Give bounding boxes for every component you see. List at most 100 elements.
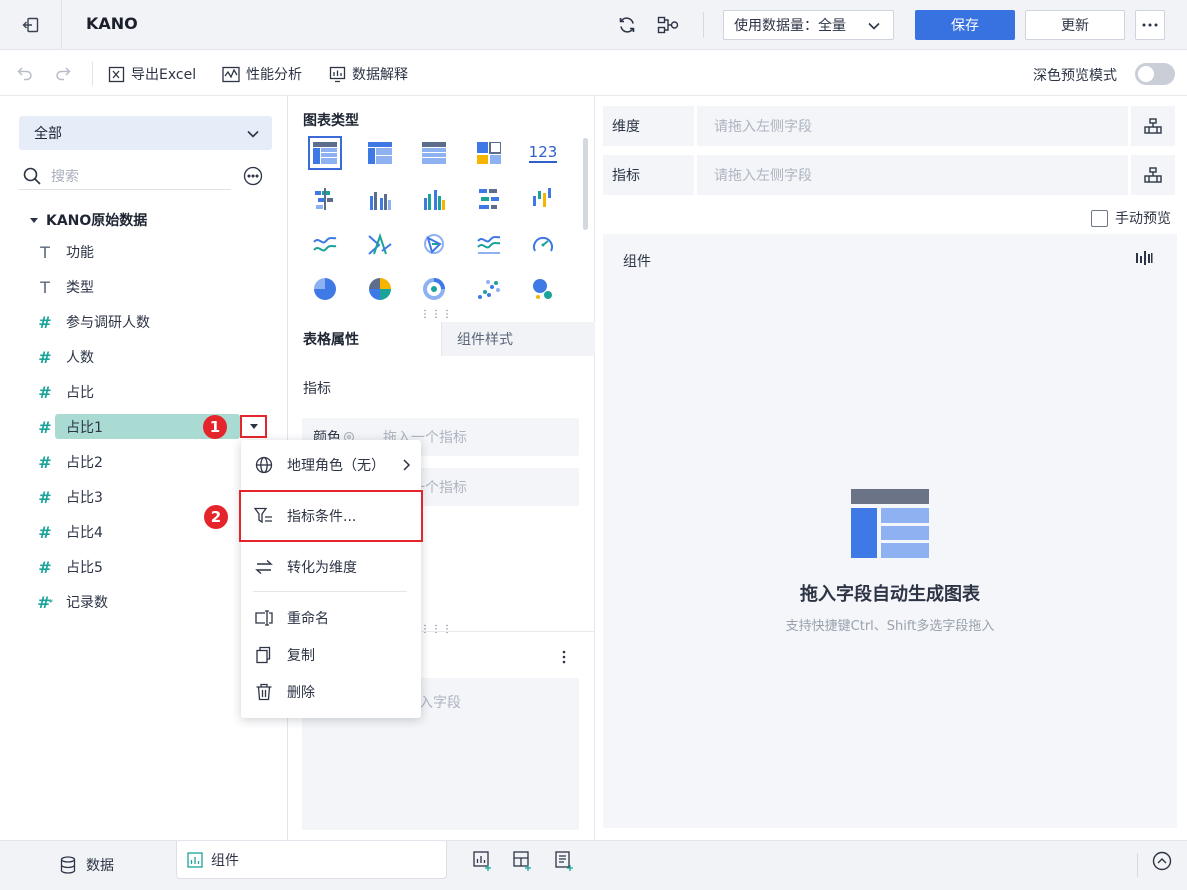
dark-preview-label: 深色预览模式 [1033, 68, 1117, 84]
chart-type-gauge[interactable] [526, 227, 560, 261]
chart-type-cross-table[interactable] [363, 136, 397, 170]
resize-handle[interactable]: ⋮⋮⋮ [420, 309, 453, 320]
add-text-icon[interactable] [555, 851, 575, 871]
measure-drop-zone[interactable]: 请拖入左侧字段 [697, 155, 1128, 195]
field-label: 占比5 [66, 560, 103, 576]
tab-table-properties[interactable]: 表格属性 [289, 322, 441, 356]
bubble-chart-icon [533, 279, 552, 299]
chart-type-treemap[interactable] [472, 136, 506, 170]
measure-hierarchy-button[interactable] [1131, 155, 1175, 195]
tab-component-style[interactable]: 组件样式 [441, 322, 595, 356]
field-item-selected[interactable]: # 占比1 [36, 413, 103, 441]
chart-type-donut[interactable] [417, 272, 451, 306]
redo-button[interactable] [54, 64, 72, 82]
dataset-tree-root[interactable]: KANO原始数据 [30, 210, 147, 230]
field-dropdown-button[interactable] [240, 415, 267, 438]
field-item[interactable]: T 类型 [36, 273, 94, 301]
field-label: 占比 [66, 385, 94, 401]
chart-type-bubble[interactable] [526, 272, 560, 306]
rose-chart-icon [369, 278, 391, 300]
chart-type-polar[interactable] [417, 227, 451, 261]
tab-data[interactable]: 数据 [40, 850, 114, 880]
data-explain-label: 数据解释 [352, 67, 408, 83]
manual-preview-checkbox[interactable]: 手动预览 [1091, 208, 1171, 228]
data-explain-button[interactable]: 数据解释 [329, 64, 408, 84]
bottom-divider [1137, 853, 1138, 877]
menu-item-rename[interactable]: 重命名 [241, 601, 421, 635]
chevron-up-circle-icon[interactable] [1152, 851, 1172, 871]
dimension-hierarchy-button[interactable] [1131, 106, 1175, 146]
field-item[interactable]: # 占比5 [36, 553, 103, 581]
performance-analysis-button[interactable]: 性能分析 [222, 64, 302, 84]
data-amount-select[interactable]: 使用数据量：全量 [723, 10, 894, 40]
field-item[interactable]: # 参与调研人数 [36, 308, 150, 336]
menu-item-delete[interactable]: 删除 [241, 675, 421, 709]
field-item[interactable]: # 人数 [36, 343, 94, 371]
menu-item-copy[interactable]: 复制 [241, 638, 421, 672]
chart-type-table[interactable] [308, 136, 342, 170]
chevron-right-icon [403, 459, 411, 471]
component-canvas[interactable]: 组件 拖入字段自动生成图表 支持快捷键Ctrl、Shift多选字段拖入 [603, 234, 1177, 828]
add-layout-icon[interactable] [513, 851, 533, 871]
chart-type-line[interactable] [308, 227, 342, 261]
swap-icon [254, 559, 274, 575]
chart-type-scrollbar[interactable] [583, 138, 588, 230]
chart-type-radar[interactable] [363, 227, 397, 261]
save-button[interactable]: 保存 [915, 10, 1015, 40]
chart-settings-icon[interactable] [1135, 250, 1153, 266]
chart-type-detail-table[interactable] [417, 136, 451, 170]
chart-type-grouped-bar[interactable] [308, 182, 342, 216]
field-item[interactable]: # 占比2 [36, 448, 103, 476]
tab-component[interactable]: 组件 [176, 841, 447, 879]
relation-icon[interactable] [657, 15, 679, 35]
field-label: 人数 [66, 350, 94, 366]
refresh-icon[interactable] [617, 15, 637, 35]
chart-type-title: 图表类型 [303, 113, 359, 129]
step-badge: 1 [203, 415, 227, 439]
dark-preview-toggle[interactable] [1135, 63, 1175, 85]
chart-type-scatter[interactable] [472, 272, 506, 306]
chart-type-stacked-column[interactable] [363, 182, 397, 216]
chart-type-horizontal-bar[interactable] [472, 182, 506, 216]
data-explain-icon [329, 66, 346, 82]
radar-chart-icon [368, 233, 392, 255]
menu-item-convert-dimension[interactable]: 转化为维度 [241, 550, 421, 584]
chart-type-pie[interactable] [308, 272, 342, 306]
number-type-icon: # [38, 487, 52, 507]
topbar-divider [703, 12, 704, 38]
scatter-chart-icon [478, 280, 500, 299]
cross-table-icon [368, 142, 392, 164]
field-item[interactable]: T 功能 [36, 238, 94, 266]
undo-button[interactable] [16, 64, 34, 82]
checkbox-box[interactable] [1091, 209, 1108, 227]
chart-type-grouped-column[interactable] [417, 182, 451, 216]
kebab-menu-icon[interactable] [562, 650, 566, 664]
export-excel-button[interactable]: 导出Excel [108, 64, 196, 84]
empty-state-subtitle: 支持快捷键Ctrl、Shift多选字段拖入 [785, 619, 995, 634]
dimension-drop-zone[interactable]: 请拖入左侧字段 [697, 106, 1128, 146]
field-item[interactable]: # 占比4 [36, 518, 103, 546]
more-button[interactable] [1135, 10, 1165, 40]
add-component-icon[interactable] [473, 851, 493, 871]
menu-item-label: 转化为维度 [287, 560, 357, 576]
database-icon [60, 856, 76, 874]
field-item[interactable]: # 占比 [36, 378, 94, 406]
update-button[interactable]: 更新 [1025, 10, 1125, 40]
more-icon [1142, 23, 1158, 27]
number-type-icon: # [38, 347, 52, 367]
menu-item-label: 复制 [287, 648, 315, 664]
search-more-button[interactable] [243, 166, 263, 186]
waterfall-icon [533, 188, 551, 207]
polar-chart-icon [424, 234, 444, 254]
dataset-select[interactable]: 全部 [19, 116, 272, 150]
chart-type-rose[interactable] [363, 272, 397, 306]
chart-type-waterfall[interactable] [526, 182, 560, 216]
menu-item-geo-role[interactable]: 地理角色（无） [241, 448, 421, 482]
field-item[interactable]: # 占比3 [36, 483, 103, 511]
field-item[interactable]: # * 记录数 [36, 588, 108, 616]
table-chart-icon [313, 142, 337, 164]
chart-type-kpi[interactable]: 123 [526, 136, 560, 170]
back-button[interactable] [0, 0, 62, 50]
field-search-input[interactable]: 搜索 [19, 162, 231, 190]
chart-type-area[interactable] [472, 227, 506, 261]
